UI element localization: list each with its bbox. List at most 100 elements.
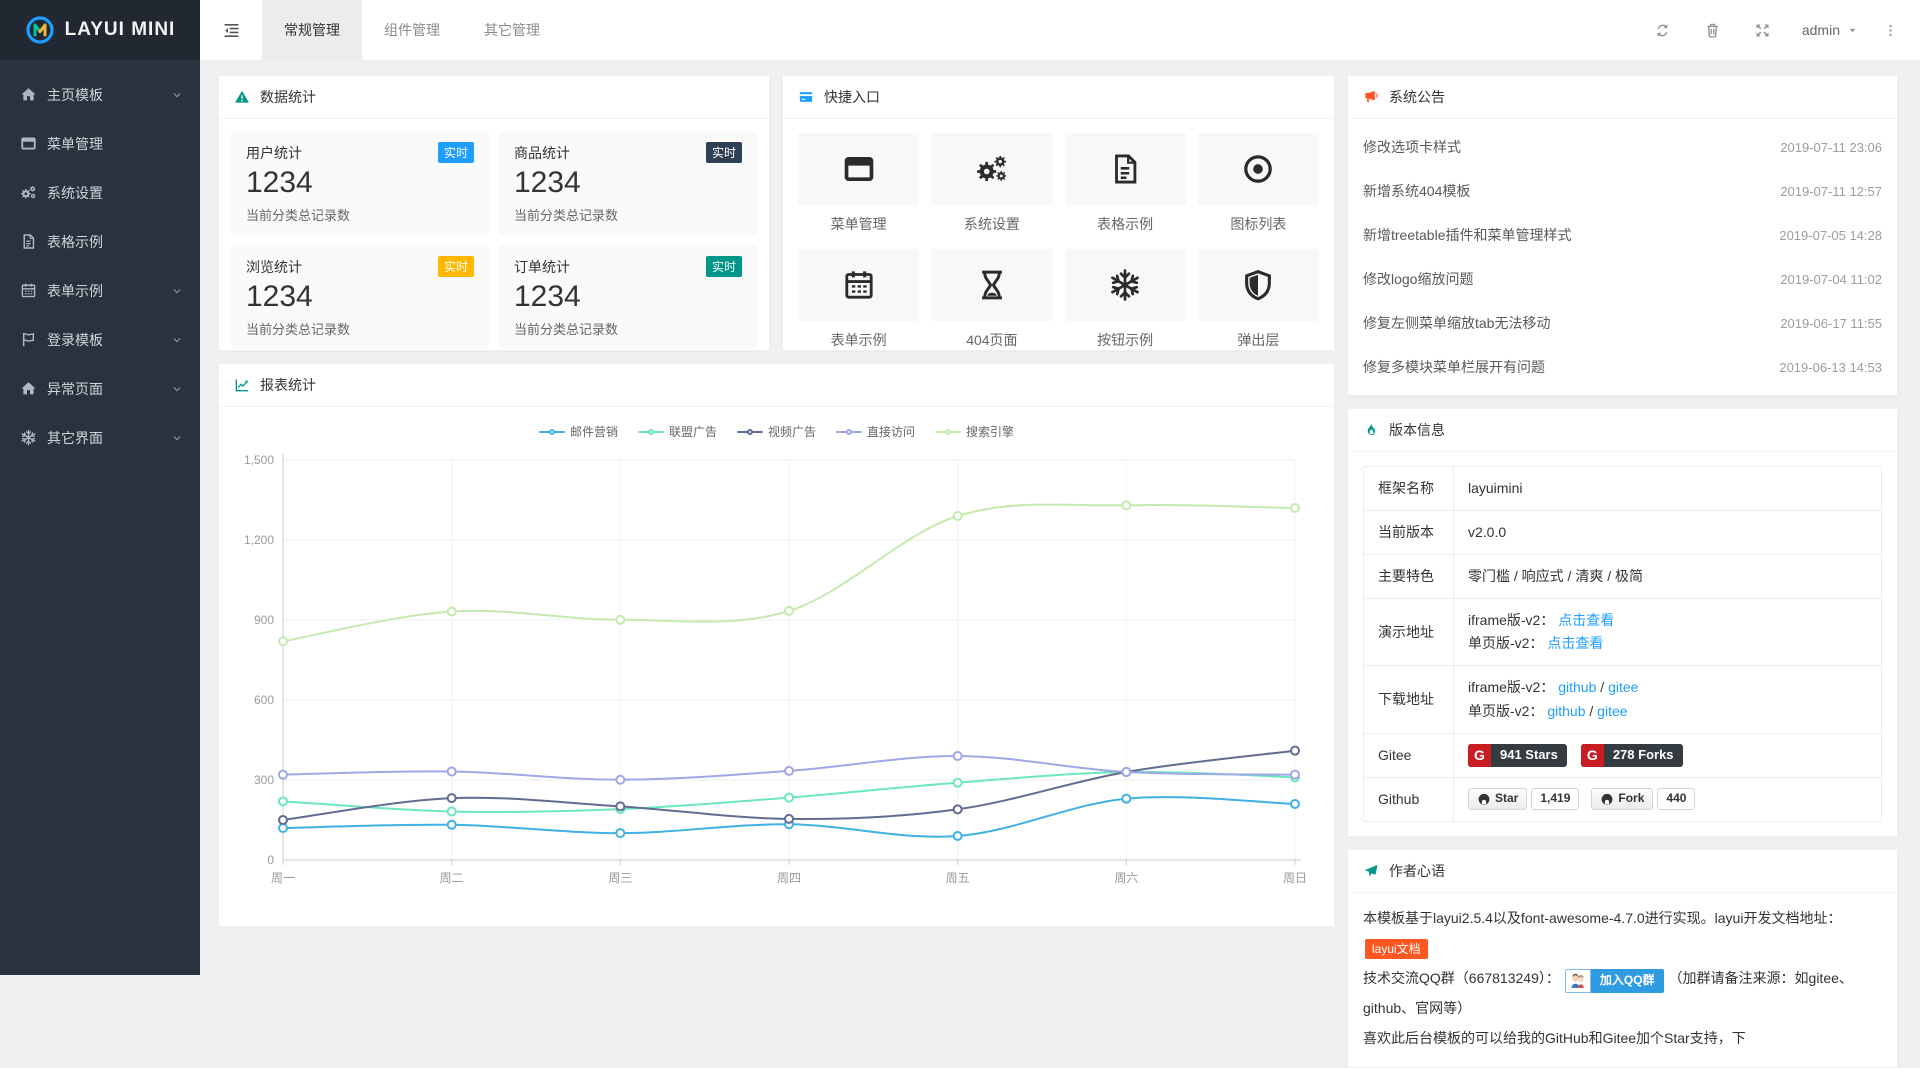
- user-menu[interactable]: admin: [1788, 0, 1872, 60]
- quick-entry-icon-box: [1198, 133, 1319, 205]
- github-icon: [1477, 792, 1491, 806]
- stat-card-title: 订单统计: [514, 257, 570, 277]
- quick-entry-item[interactable]: 弹出层: [1198, 249, 1319, 350]
- collapse-sidebar-button[interactable]: [200, 0, 262, 60]
- card-icon: [798, 89, 814, 105]
- quick-entry-item[interactable]: 按钮示例: [1065, 249, 1186, 350]
- quick-entry-item[interactable]: 系统设置: [931, 133, 1052, 234]
- header: 常规管理组件管理其它管理 admin: [200, 0, 1920, 60]
- gitee-badge[interactable]: G278 Forks: [1581, 744, 1683, 767]
- sidebar-item-label: 表格示例: [47, 232, 184, 252]
- svg-text:周四: 周四: [777, 871, 801, 885]
- legend-item[interactable]: 搜索引擎: [935, 423, 1014, 440]
- legend-item[interactable]: 邮件营销: [539, 423, 618, 440]
- trash-icon: [1704, 22, 1721, 39]
- quick-entry-label: 表格示例: [1065, 214, 1186, 234]
- notice-text: 新增系统404模板: [1363, 181, 1470, 201]
- version-row-label: 演示地址: [1364, 599, 1454, 666]
- legend-label: 搜索引擎: [966, 423, 1014, 440]
- link[interactable]: github: [1558, 679, 1596, 695]
- legend-label: 邮件营销: [570, 423, 618, 440]
- github-count[interactable]: 1,419: [1531, 788, 1579, 810]
- stat-card-title: 商品统计: [514, 143, 570, 163]
- sidebar-item-window[interactable]: 菜单管理: [0, 119, 200, 168]
- link[interactable]: gitee: [1608, 679, 1638, 695]
- nav-tab[interactable]: 常规管理: [262, 0, 362, 60]
- github-star-button[interactable]: Star: [1468, 788, 1527, 810]
- legend-marker-dot: [648, 429, 654, 435]
- stat-card: 浏览统计实时1234当前分类总记录数: [231, 245, 489, 349]
- chevron-down-icon: [170, 333, 184, 347]
- sidebar-item-home[interactable]: 主页模板: [0, 70, 200, 119]
- caret-icon: [1847, 25, 1858, 36]
- version-row-value: iframe版-v2： github / gitee单页版-v2： github…: [1454, 666, 1882, 733]
- nav-tabs: 常规管理组件管理其它管理: [262, 0, 562, 60]
- legend-item[interactable]: 联盟广告: [638, 423, 717, 440]
- sidebar-item-flag[interactable]: 登录模板: [0, 315, 200, 364]
- svg-text:周日: 周日: [1283, 871, 1307, 885]
- github-count[interactable]: 440: [1657, 788, 1695, 810]
- sidebar-item-cogs[interactable]: 系统设置: [0, 168, 200, 217]
- link[interactable]: gitee: [1597, 703, 1627, 719]
- svg-text:600: 600: [254, 693, 274, 707]
- text: /: [1586, 703, 1598, 719]
- link[interactable]: 点击查看: [1558, 612, 1614, 628]
- link[interactable]: 点击查看: [1547, 635, 1603, 651]
- legend-label: 视频广告: [768, 423, 816, 440]
- notice-text: 修复左侧菜单缩放tab无法移动: [1363, 313, 1550, 333]
- fullscreen-button[interactable]: [1738, 0, 1788, 60]
- sidebar-item-label: 系统设置: [47, 183, 184, 203]
- join-qq-group-badge[interactable]: 加入QQ群: [1565, 969, 1664, 993]
- panel-header: 系统公告: [1348, 76, 1897, 119]
- stat-card-value: 1234: [514, 166, 742, 200]
- sidebar: LAYUI MINI 主页模板菜单管理系统设置表格示例表单示例登录模板异常页面其…: [0, 0, 200, 975]
- github-buttons: Star 1,419 Fork440: [1468, 788, 1867, 810]
- link[interactable]: github: [1547, 703, 1585, 719]
- warning-icon: [234, 89, 250, 105]
- panel-header: 作者心语: [1348, 850, 1897, 893]
- notice-row: 修复左侧菜单缩放tab无法移动2019-06-17 11:55: [1348, 301, 1897, 345]
- expand-icon: [1754, 22, 1771, 39]
- panel-header: 快捷入口: [783, 76, 1334, 119]
- github-button-label: Star: [1495, 789, 1518, 809]
- quick-entry-icon-box: [1065, 249, 1186, 321]
- more-menu-button[interactable]: [1872, 0, 1908, 60]
- legend-item[interactable]: 视频广告: [737, 423, 816, 440]
- quick-entry-item[interactable]: 404页面: [931, 249, 1052, 350]
- card-icon: [798, 89, 814, 105]
- github-button-group: Star 1,419: [1468, 788, 1579, 810]
- nav-tab[interactable]: 其它管理: [462, 0, 562, 60]
- sidebar-item-home[interactable]: 异常页面: [0, 364, 200, 413]
- panel-title: 快捷入口: [824, 87, 880, 107]
- stat-card-title: 浏览统计: [246, 257, 302, 277]
- stat-card-top: 用户统计实时: [246, 142, 474, 163]
- legend-marker-dot: [549, 429, 555, 435]
- quick-entry-item[interactable]: 菜单管理: [798, 133, 919, 234]
- notice-row: 新增treetable插件和菜单管理样式2019-07-05 14:28: [1348, 213, 1897, 257]
- sidebar-item-snow[interactable]: 其它界面: [0, 413, 200, 462]
- quick-entry-item[interactable]: 图标列表: [1198, 133, 1319, 234]
- line-chart: 03006009001,2001,500周一周二周三周四周五周六周日: [231, 446, 1321, 898]
- legend-item[interactable]: 直接访问: [836, 423, 915, 440]
- quick-entry-item[interactable]: 表格示例: [1065, 133, 1186, 234]
- layui-docs-badge[interactable]: layui文档: [1365, 939, 1428, 959]
- refresh-button[interactable]: [1638, 0, 1688, 60]
- svg-text:0: 0: [267, 853, 274, 867]
- version-row-label: 当前版本: [1364, 511, 1454, 555]
- clear-button[interactable]: [1688, 0, 1738, 60]
- quick-entry-item[interactable]: 表单示例: [798, 249, 919, 350]
- version-row: GithubStar1,419Fork440: [1364, 777, 1882, 821]
- sidebar-item-file[interactable]: 表格示例: [0, 217, 200, 266]
- gitee-badge[interactable]: G941 Stars: [1468, 744, 1567, 767]
- chevron-icon: [170, 382, 184, 396]
- github-fork-button[interactable]: Fork: [1591, 788, 1653, 810]
- flag-icon: [20, 331, 37, 348]
- window-icon: [20, 135, 37, 152]
- nav-tab[interactable]: 组件管理: [362, 0, 462, 60]
- svg-text:周六: 周六: [1114, 871, 1138, 885]
- chart-area: 03006009001,2001,500周一周二周三周四周五周六周日: [219, 442, 1334, 903]
- panel-header: 报表统计: [219, 364, 1334, 407]
- author-paragraph: 技术交流QQ群（667813249）：加入QQ群（加群请备注来源：如gitee、…: [1363, 963, 1882, 1023]
- expand-icon: [1754, 22, 1771, 39]
- sidebar-item-calendar[interactable]: 表单示例: [0, 266, 200, 315]
